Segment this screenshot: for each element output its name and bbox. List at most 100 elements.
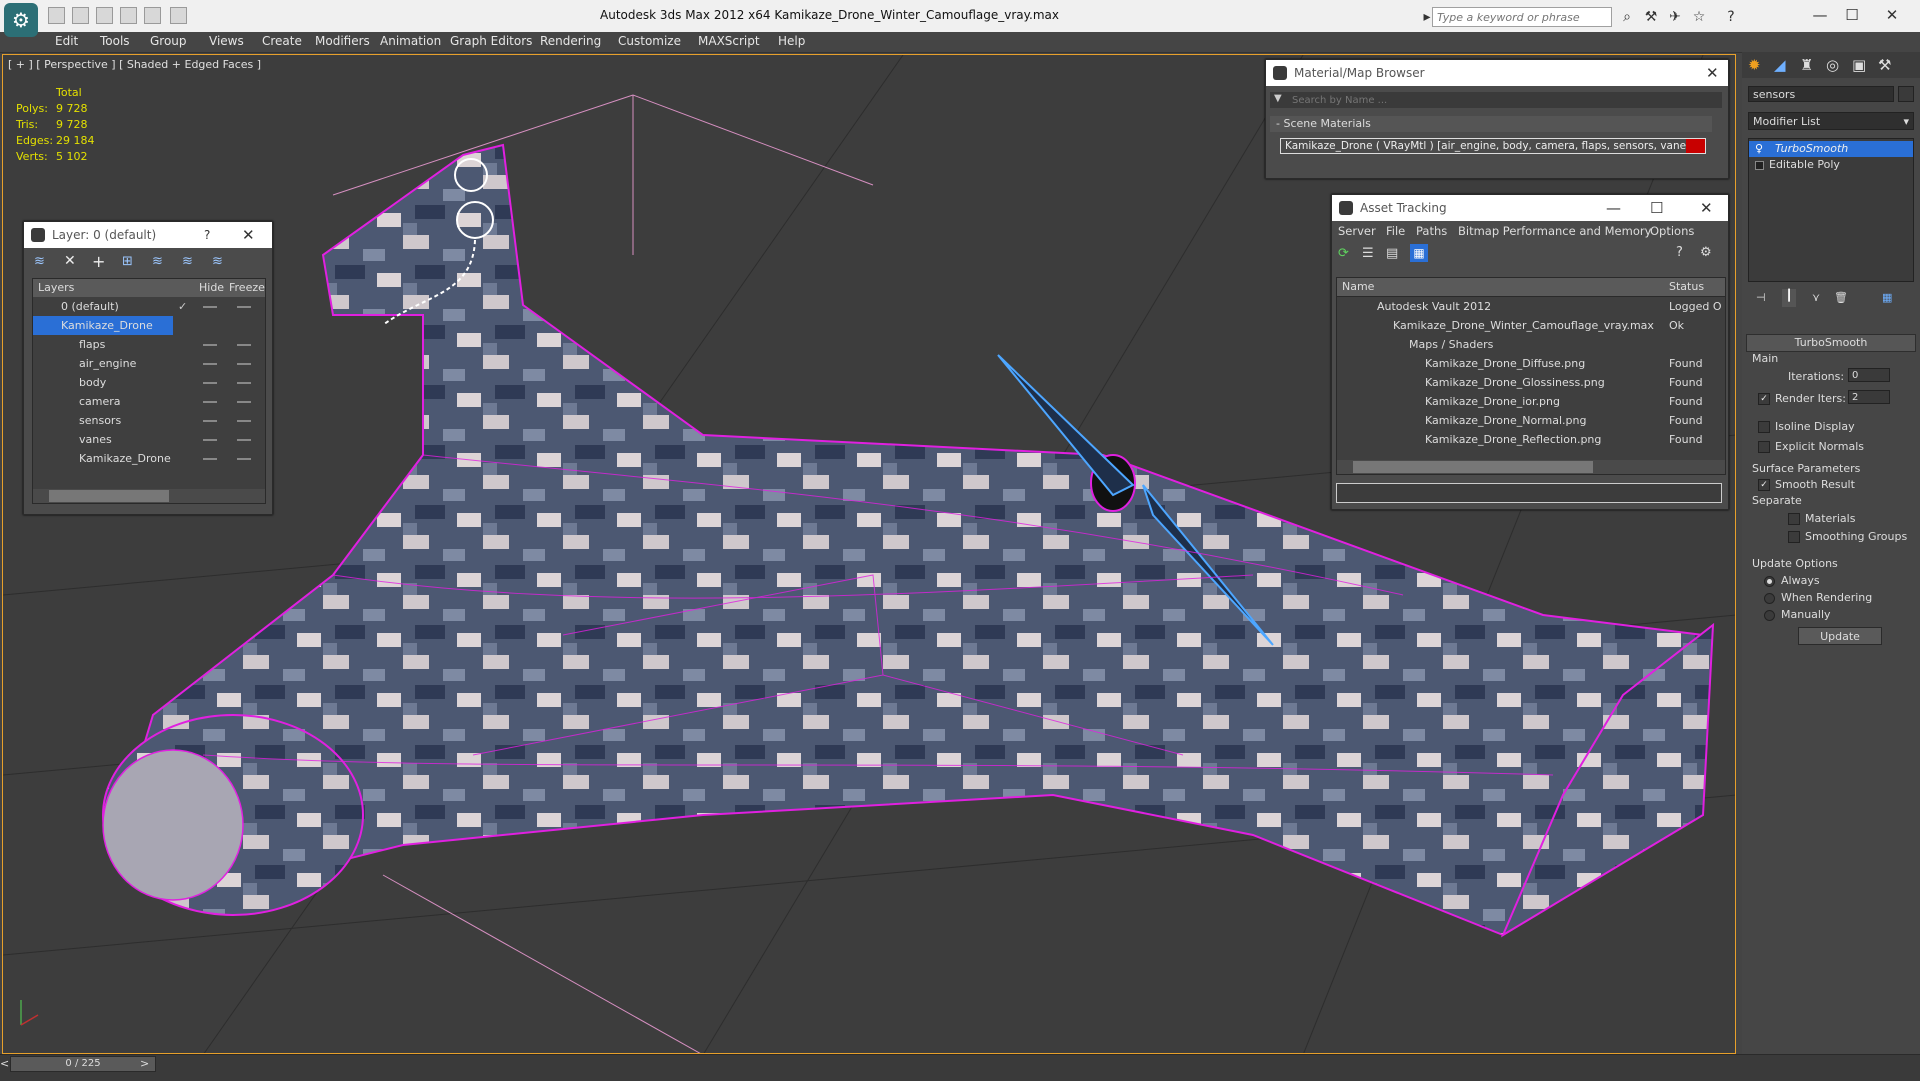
modifier-list-dropdown[interactable]: Modifier List ▾ bbox=[1748, 112, 1914, 130]
refresh-icon[interactable]: ⟳ bbox=[1338, 246, 1349, 261]
active-layer-check-icon[interactable]: ✓ bbox=[178, 297, 187, 316]
scene-material-item[interactable]: Kamikaze_Drone ( VRayMtl ) [air_engine, … bbox=[1280, 138, 1706, 154]
hide-all-icon[interactable]: ≋ bbox=[182, 254, 193, 269]
layer-help-button[interactable]: ? bbox=[204, 222, 210, 248]
modify-tab-icon[interactable]: ◢ bbox=[1774, 56, 1786, 74]
isoline-toggle[interactable]: Isoline Display bbox=[1758, 420, 1855, 433]
render-iters-checkbox[interactable]: ✓ bbox=[1758, 393, 1770, 405]
layer-window-titlebar[interactable]: Layer: 0 (default) ? ✕ bbox=[24, 222, 272, 248]
asset-help-icon[interactable]: ? bbox=[1676, 245, 1683, 260]
material-browser-titlebar[interactable]: Material/Map Browser ✕ bbox=[1266, 60, 1728, 86]
menu-customize[interactable]: Customize bbox=[618, 34, 681, 48]
next-frame-icon[interactable]: > bbox=[140, 1057, 149, 1070]
asset-row[interactable]: Maps / Shaders bbox=[1337, 335, 1725, 354]
display-tab-icon[interactable]: ▣ bbox=[1852, 56, 1866, 74]
smooth-result-toggle[interactable]: ✓ Smooth Result bbox=[1758, 478, 1855, 491]
stack-item-turbosmooth[interactable]: ♀ TurboSmooth bbox=[1749, 141, 1913, 157]
communication-icon[interactable]: ✈ bbox=[1666, 8, 1684, 26]
asset-tracking-titlebar[interactable]: Asset Tracking — ☐ ✕ bbox=[1332, 195, 1728, 221]
freeze-toggle[interactable] bbox=[237, 458, 251, 460]
hide-toggle[interactable] bbox=[203, 458, 217, 460]
hide-toggle[interactable] bbox=[203, 344, 217, 346]
layer-row[interactable]: air_engine bbox=[33, 354, 265, 373]
hierarchy-tab-icon[interactable]: ♜ bbox=[1800, 56, 1813, 74]
explicit-normals-checkbox[interactable] bbox=[1758, 441, 1770, 453]
maximize-icon[interactable]: ☐ bbox=[1838, 4, 1866, 26]
smooth-result-checkbox[interactable]: ✓ bbox=[1758, 479, 1770, 491]
make-unique-icon[interactable]: ⋎ bbox=[1812, 291, 1820, 304]
time-slider[interactable]: 0 / 225 bbox=[10, 1056, 156, 1072]
layer-row[interactable]: sensors bbox=[33, 411, 265, 430]
minimize-icon[interactable]: — bbox=[1806, 4, 1834, 26]
menu-animation[interactable]: Animation bbox=[380, 34, 441, 48]
update-button[interactable]: Update bbox=[1798, 627, 1882, 645]
subscription-icon[interactable]: ⚒ bbox=[1642, 8, 1660, 26]
create-layer-icon[interactable]: ≋ bbox=[34, 254, 45, 269]
scene-materials-header[interactable]: - Scene Materials bbox=[1270, 116, 1712, 132]
select-objects-icon[interactable]: ⊞ bbox=[122, 254, 133, 269]
isoline-checkbox[interactable] bbox=[1758, 421, 1770, 433]
layer-row[interactable]: camera bbox=[33, 392, 265, 411]
layer-row[interactable]: flaps bbox=[33, 335, 265, 354]
save-file-icon[interactable] bbox=[96, 7, 113, 24]
list-view-icon[interactable]: ☰ bbox=[1362, 246, 1374, 261]
col-name[interactable]: Name bbox=[1342, 278, 1374, 296]
search-dropdown-icon[interactable]: ▼ bbox=[1274, 93, 1282, 104]
asset-menu-paths[interactable]: Paths bbox=[1416, 224, 1447, 238]
menu-views[interactable]: Views bbox=[209, 34, 244, 48]
layer-row[interactable]: body bbox=[33, 373, 265, 392]
menu-rendering[interactable]: Rendering bbox=[540, 34, 601, 48]
hide-toggle[interactable] bbox=[203, 363, 217, 365]
layer-hscrollbar[interactable] bbox=[33, 489, 265, 503]
render-iters-spinner[interactable]: 2 bbox=[1848, 390, 1890, 404]
asset-row[interactable]: Autodesk Vault 2012 Logged O bbox=[1337, 297, 1725, 316]
col-status[interactable]: Status bbox=[1669, 278, 1704, 296]
menu-tools[interactable]: Tools bbox=[100, 34, 130, 48]
highlight-layer-icon[interactable]: ≋ bbox=[152, 254, 163, 269]
new-file-icon[interactable] bbox=[48, 7, 65, 24]
asset-path-field[interactable] bbox=[1336, 483, 1722, 503]
menu-graph-editors[interactable]: Graph Editors bbox=[450, 34, 532, 48]
col-freeze[interactable]: Freeze bbox=[229, 279, 265, 297]
menu-create[interactable]: Create bbox=[262, 34, 302, 48]
material-search-input[interactable] bbox=[1288, 93, 1698, 107]
asset-close-icon[interactable]: ✕ bbox=[1700, 195, 1713, 221]
update-when-rendering-option[interactable]: When Rendering bbox=[1764, 591, 1872, 604]
freeze-toggle[interactable] bbox=[237, 420, 251, 422]
when-rendering-radio[interactable] bbox=[1764, 592, 1775, 604]
help-icon[interactable]: ? bbox=[1722, 8, 1740, 26]
keyword-search-input[interactable] bbox=[1432, 7, 1612, 27]
prev-frame-icon[interactable]: < bbox=[0, 1057, 9, 1070]
iterations-spinner[interactable]: 0 bbox=[1848, 368, 1890, 382]
asset-menu-file[interactable]: File bbox=[1386, 224, 1405, 238]
hide-toggle[interactable] bbox=[203, 401, 217, 403]
viewport-label[interactable]: [ + ] [ Perspective ] [ Shaded + Edged F… bbox=[8, 58, 261, 71]
app-logo-icon[interactable]: ⚙ bbox=[4, 3, 38, 37]
asset-row[interactable]: Kamikaze_Drone_Reflection.png Found bbox=[1337, 430, 1725, 449]
remove-modifier-icon[interactable]: 🗑 bbox=[1834, 291, 1848, 304]
menu-maxscript[interactable]: MAXScript bbox=[698, 34, 760, 48]
menu-help[interactable]: Help bbox=[778, 34, 805, 48]
object-color-swatch[interactable] bbox=[1898, 86, 1914, 102]
menu-modifiers[interactable]: Modifiers bbox=[315, 34, 370, 48]
undo-icon[interactable] bbox=[120, 7, 137, 24]
layer-row[interactable]: vanes bbox=[33, 430, 265, 449]
layer-row[interactable]: Kamikaze_Drone bbox=[33, 316, 173, 335]
redo-icon[interactable] bbox=[144, 7, 161, 24]
asset-row[interactable]: Kamikaze_Drone_Normal.png Found bbox=[1337, 411, 1725, 430]
freeze-toggle[interactable] bbox=[237, 382, 251, 384]
show-end-result-icon[interactable]: ┃ bbox=[1782, 289, 1796, 307]
stack-item-editable-poly[interactable]: Editable Poly bbox=[1749, 157, 1913, 173]
hide-toggle[interactable] bbox=[203, 382, 217, 384]
hide-toggle[interactable] bbox=[203, 439, 217, 441]
expand-box-icon[interactable] bbox=[1755, 161, 1764, 170]
asset-row[interactable]: Kamikaze_Drone_Glossiness.png Found bbox=[1337, 373, 1725, 392]
project-folder-icon[interactable] bbox=[170, 7, 187, 24]
configure-sets-icon[interactable]: ▦ bbox=[1882, 291, 1892, 304]
open-file-icon[interactable] bbox=[72, 7, 89, 24]
col-hide[interactable]: Hide bbox=[199, 279, 224, 297]
lightbulb-icon[interactable]: ♀ bbox=[1755, 141, 1763, 157]
motion-tab-icon[interactable]: ◎ bbox=[1826, 56, 1839, 74]
pin-stack-icon[interactable]: ⊣ bbox=[1756, 291, 1766, 304]
smoothing-groups-toggle[interactable]: Smoothing Groups bbox=[1788, 530, 1907, 543]
